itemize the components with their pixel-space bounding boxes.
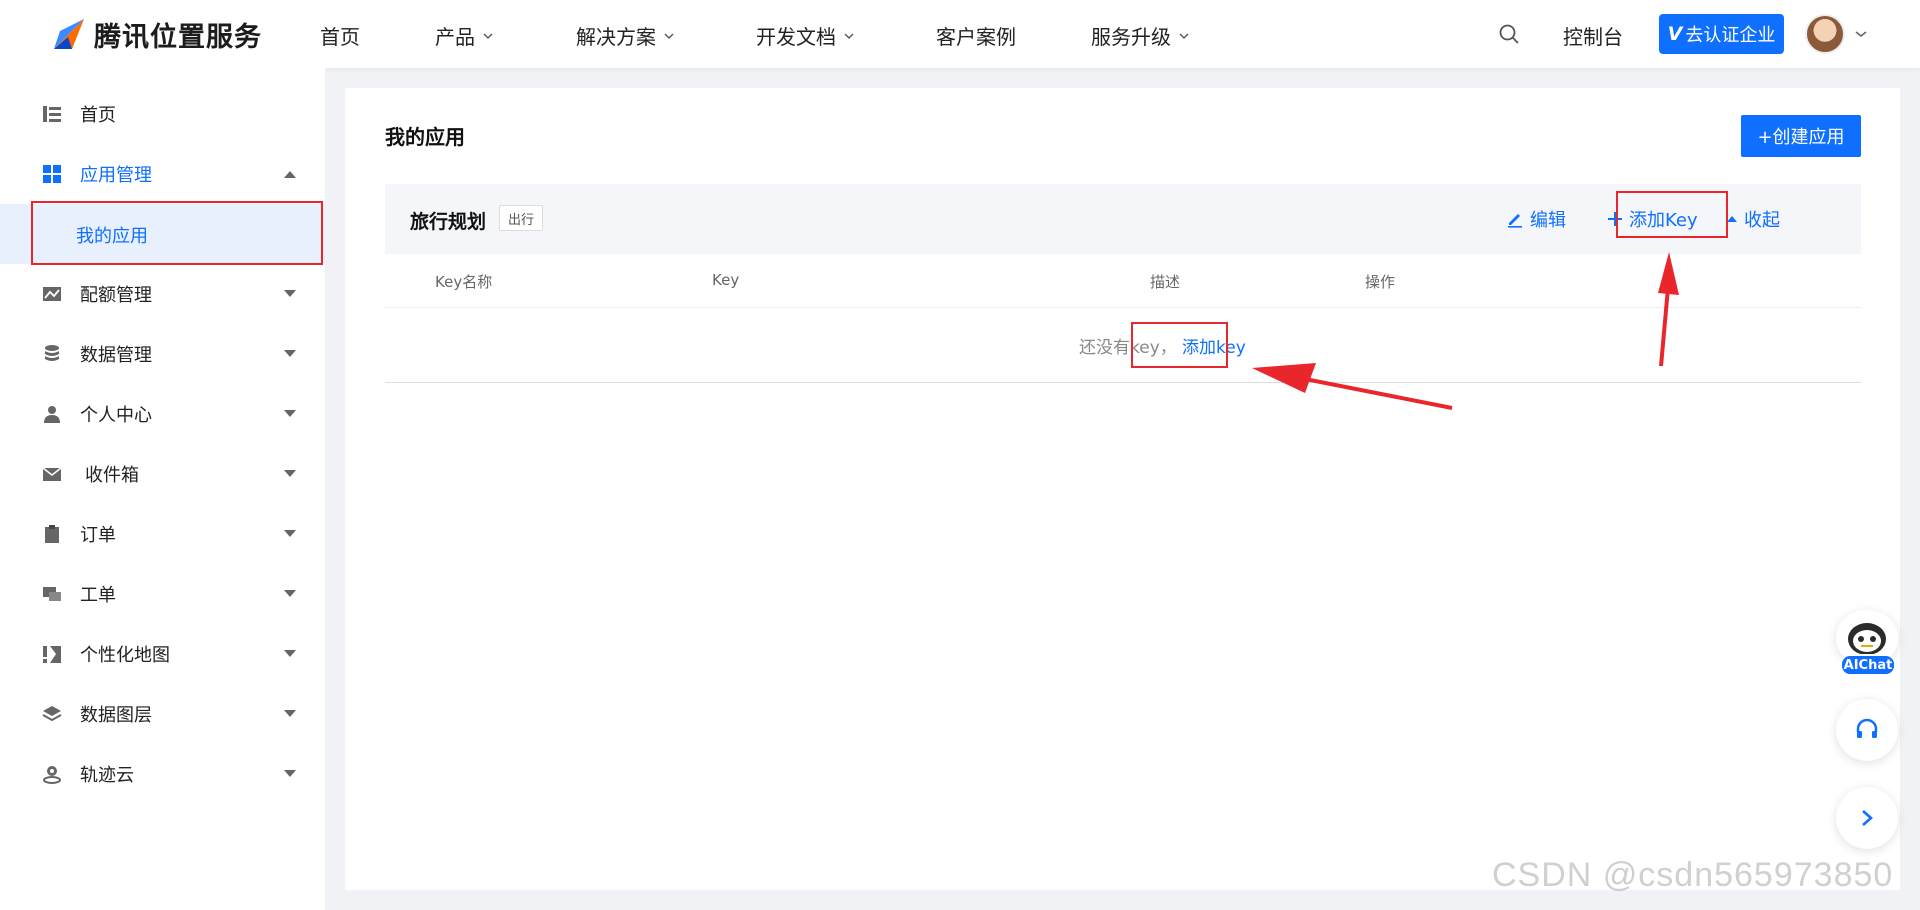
sidebar-item-inbox[interactable]: 收件箱 xyxy=(0,444,325,504)
annotation-highlight-box xyxy=(31,201,323,265)
caret-down-icon xyxy=(284,650,296,657)
nav-item-solutions[interactable]: 解决方案 xyxy=(576,21,674,50)
caret-down-icon xyxy=(284,350,296,357)
verify-button-label: 去认证企业 xyxy=(1685,25,1776,46)
key-table-empty-row: 还没有key， 添加key xyxy=(385,308,1861,383)
caret-down-icon xyxy=(284,290,296,297)
layers-icon xyxy=(42,706,62,722)
sidebar-item-personal[interactable]: 个人中心 xyxy=(0,384,325,444)
collapse-label: 收起 xyxy=(1744,210,1780,231)
column-header: 操作 xyxy=(1365,273,1396,291)
edit-app-button[interactable]: 编辑 xyxy=(1506,206,1566,232)
sidebar-item-label: 首页 xyxy=(80,105,116,126)
column-header: Key xyxy=(712,271,740,289)
column-header: 描述 xyxy=(1150,273,1181,291)
nav-item-home[interactable]: 首页 xyxy=(320,21,360,50)
nav-label: 服务升级 xyxy=(1091,25,1171,49)
annotation-highlight-box xyxy=(1131,322,1228,368)
page-title: 我的应用 xyxy=(385,125,465,149)
ticket-icon xyxy=(43,587,61,601)
annotation-highlight-box xyxy=(1616,191,1728,238)
caret-down-icon xyxy=(284,470,296,477)
caret-down-icon xyxy=(284,770,296,777)
mail-icon xyxy=(42,467,62,481)
chevron-down-icon xyxy=(483,33,493,39)
sidebar-item-label: 个性化地图 xyxy=(80,645,170,666)
caret-down-icon xyxy=(284,710,296,717)
caret-down-icon xyxy=(284,410,296,417)
avatar[interactable] xyxy=(1805,14,1845,54)
track-icon xyxy=(43,766,61,784)
brand-logo[interactable]: 腾讯位置服务 xyxy=(50,15,280,54)
create-app-button[interactable]: +创建应用 xyxy=(1741,115,1861,157)
sidebar-item-label: 数据管理 xyxy=(80,345,152,366)
key-table-header: Key名称 Key 描述 操作 xyxy=(385,254,1861,308)
sidebar-item-label: 工单 xyxy=(80,585,116,606)
column-header: Key名称 xyxy=(435,273,493,291)
user-icon xyxy=(44,406,60,423)
sidebar-item-data-layers[interactable]: 数据图层 xyxy=(0,684,325,744)
edit-icon xyxy=(1508,214,1522,228)
database-icon xyxy=(45,345,59,361)
watermark: CSDN @csdn565973850 xyxy=(1492,856,1894,894)
map-style-icon xyxy=(43,646,61,663)
sidebar-item-label: 应用管理 xyxy=(80,165,152,186)
sidebar: 首页 应用管理 我的应用 配额管理 数据管理 个人中心 收件箱 订单 工单 个性… xyxy=(0,68,325,910)
collapse-button[interactable]: 收起 xyxy=(1726,206,1780,232)
sidebar-item-custom-map[interactable]: 个性化地图 xyxy=(0,624,325,684)
nav-item-products[interactable]: 产品 xyxy=(435,21,493,50)
sidebar-item-home[interactable]: 首页 xyxy=(0,84,325,144)
chevron-down-icon xyxy=(844,33,854,39)
chart-icon xyxy=(43,287,61,301)
clipboard-icon xyxy=(45,525,59,543)
robot-icon xyxy=(1848,623,1886,655)
sidebar-item-track-cloud[interactable]: 轨迹云 xyxy=(0,744,325,804)
expand-panel-button[interactable] xyxy=(1836,787,1898,849)
nav-item-cases[interactable]: 客户案例 xyxy=(936,21,1016,50)
brand-name: 腾讯位置服务 xyxy=(94,21,262,53)
chevron-down-icon[interactable] xyxy=(1855,29,1867,39)
sidebar-item-label: 数据图层 xyxy=(80,705,152,726)
nav-item-upgrade[interactable]: 服务升级 xyxy=(1091,21,1189,50)
aichat-button[interactable]: AIChat xyxy=(1836,610,1898,678)
sidebar-item-label: 个人中心 xyxy=(80,405,152,426)
caret-down-icon xyxy=(284,590,296,597)
console-link[interactable]: 控制台 xyxy=(1563,21,1623,50)
nav-label: 开发文档 xyxy=(756,25,836,49)
app-name: 旅行规划 xyxy=(410,211,487,233)
caret-down-icon xyxy=(284,530,296,537)
nav-label: 客户案例 xyxy=(936,25,1016,49)
sidebar-item-quota[interactable]: 配额管理 xyxy=(0,264,325,324)
sidebar-item-orders[interactable]: 订单 xyxy=(0,504,325,564)
headset-icon xyxy=(1856,718,1878,738)
sidebar-item-label: 轨迹云 xyxy=(80,765,134,786)
customer-service-button[interactable] xyxy=(1836,699,1898,761)
logo-mark-icon xyxy=(54,19,84,49)
grid-icon xyxy=(43,165,61,183)
aichat-label: AIChat xyxy=(1840,654,1896,676)
sidebar-item-app-management[interactable]: 应用管理 xyxy=(0,144,325,204)
caret-up-icon xyxy=(284,171,296,178)
nav-label: 产品 xyxy=(435,25,475,49)
chevron-right-icon xyxy=(1862,810,1873,826)
nav-label: 首页 xyxy=(320,25,360,49)
verified-badge-icon: V xyxy=(1667,23,1683,45)
verify-enterprise-button[interactable]: V 去认证企业 xyxy=(1659,14,1784,54)
sidebar-item-label: 收件箱 xyxy=(85,465,139,486)
nav-item-docs[interactable]: 开发文档 xyxy=(756,21,854,50)
sidebar-item-label: 订单 xyxy=(80,525,116,546)
nav-label: 解决方案 xyxy=(576,25,656,49)
sidebar-item-tickets[interactable]: 工单 xyxy=(0,564,325,624)
sidebar-item-data[interactable]: 数据管理 xyxy=(0,324,325,384)
chevron-down-icon xyxy=(1179,33,1189,39)
app-type-tag: 出行 xyxy=(499,205,544,231)
chevron-down-icon xyxy=(664,33,674,39)
edit-label: 编辑 xyxy=(1530,210,1566,231)
list-icon xyxy=(43,106,61,122)
sidebar-item-label: 配额管理 xyxy=(80,285,152,306)
search-icon[interactable] xyxy=(1497,22,1521,46)
